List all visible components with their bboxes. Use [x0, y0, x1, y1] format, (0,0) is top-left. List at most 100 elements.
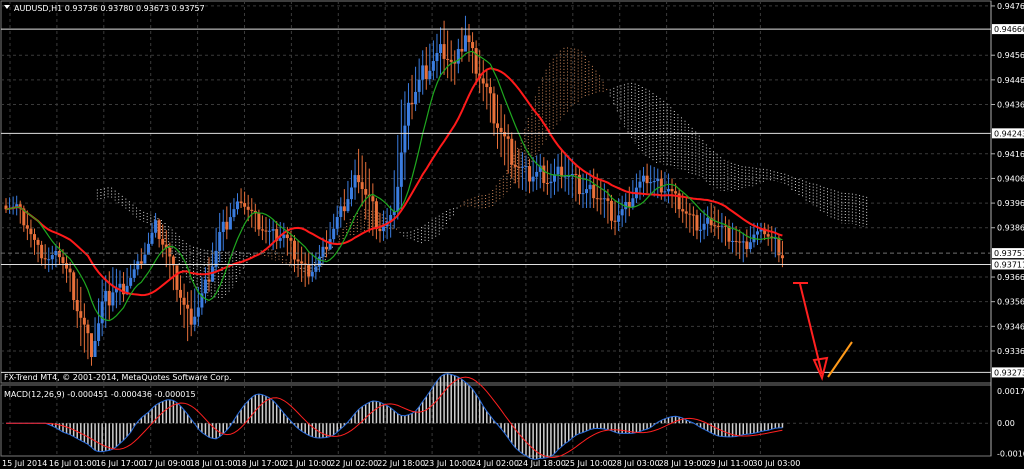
price-level-label: 0.93711 — [994, 260, 1024, 269]
candle-body — [684, 211, 688, 214]
candle-body — [702, 223, 706, 230]
candle-body — [428, 70, 432, 80]
candle-body — [260, 229, 264, 231]
candle-body — [595, 198, 599, 200]
candle-body — [549, 181, 553, 184]
candle-body — [89, 333, 93, 358]
candle-body — [239, 201, 243, 204]
candle-body — [221, 221, 225, 232]
candle-body — [57, 250, 61, 258]
candle-body — [599, 198, 603, 200]
candle-body — [410, 102, 414, 105]
time-tick-label: 16 Jul 17:00 — [96, 459, 144, 468]
candle-body — [592, 184, 596, 199]
candle-body — [488, 87, 492, 94]
candle-body — [378, 228, 382, 232]
candle-body — [179, 289, 183, 298]
price-tick-label: 0.93460 — [997, 322, 1024, 331]
candle-body — [706, 217, 710, 224]
candle-body — [474, 48, 478, 74]
price-tick-label: 0.94560 — [997, 51, 1024, 60]
candle-body — [129, 277, 133, 286]
price-level-label: 0.93273 — [994, 368, 1024, 377]
forecast-down-arrow — [799, 283, 823, 375]
candle-body — [225, 221, 229, 230]
candle-body — [232, 209, 236, 218]
candle-body — [175, 265, 179, 290]
price-tick-label: 0.93960 — [997, 199, 1024, 208]
candle-body — [524, 166, 528, 168]
price-tick-label: 0.94760 — [997, 2, 1024, 11]
price-levels: 0.94666 0.94243 0.93757 0.93711 0.93273 — [1, 24, 1024, 378]
candle-body — [460, 48, 464, 52]
time-tick-label: 21 Jul 10:00 — [283, 459, 331, 468]
candle-body — [364, 189, 368, 195]
candle-body — [107, 290, 111, 306]
candle-body — [727, 226, 731, 242]
price-tick-label: 0.94360 — [997, 101, 1024, 110]
candle-body — [531, 176, 535, 182]
price-tick-label: 0.93860 — [997, 224, 1024, 233]
candle-body — [339, 206, 343, 217]
candle-body — [745, 241, 749, 250]
candle-body — [132, 269, 136, 278]
candle-body — [560, 166, 564, 177]
price-tick-label: 0.94060 — [997, 174, 1024, 183]
candle-body — [513, 164, 517, 167]
candle-body — [182, 297, 186, 305]
candle-body — [496, 123, 500, 128]
candle-body — [79, 311, 83, 318]
candle-body — [652, 181, 656, 183]
candle-body — [360, 182, 364, 190]
candle-body — [510, 138, 514, 165]
candle-body — [47, 259, 51, 261]
candle-body — [193, 316, 197, 325]
candle-body — [285, 234, 289, 239]
candle-body — [332, 228, 336, 240]
time-tick-label: 29 Jul 11:00 — [706, 459, 754, 468]
candle-body — [374, 201, 378, 229]
candle-body — [43, 258, 47, 260]
macd-caption: MACD(12,26,9) -0.000451 -0.000436 -0.000… — [4, 390, 196, 399]
copyright-text: FX-Trend MT4, © 2001-2014, MetaQuotes So… — [4, 373, 232, 382]
candle-body — [663, 191, 667, 193]
chart-svg[interactable]: 0.94666 0.94243 0.93757 0.93711 0.93273 0.94… — [0, 0, 1024, 469]
candle-body — [104, 290, 108, 302]
candle-body — [567, 176, 571, 178]
candle-body — [424, 65, 428, 80]
candle-body — [353, 175, 357, 188]
price-level-label: 0.94243 — [994, 129, 1024, 138]
candle-body — [588, 184, 592, 190]
macd-tick-label: 0.00 — [997, 419, 1015, 428]
candle-body — [609, 200, 613, 221]
candle-body — [228, 217, 232, 230]
candle-body — [734, 240, 738, 242]
candle-body — [421, 65, 425, 80]
candle-body — [492, 93, 496, 124]
price-tick-label: 0.94160 — [997, 150, 1024, 159]
candle-body — [499, 127, 503, 132]
candle-body — [65, 263, 69, 269]
price-tick-label: 0.94460 — [997, 76, 1024, 85]
candle-body — [471, 42, 475, 49]
candle-body — [32, 234, 36, 240]
candle-body — [72, 272, 76, 301]
forecast-arrows — [793, 282, 853, 382]
candle-body — [446, 58, 450, 60]
candle-body — [307, 264, 311, 277]
candle-body — [713, 225, 717, 227]
candle-body — [346, 199, 350, 212]
candle-body — [289, 238, 293, 241]
candle-body — [731, 240, 735, 242]
candle-body — [250, 209, 254, 211]
time-tick-label: 15 Jul 2014 — [2, 459, 47, 468]
candle-body — [292, 240, 296, 260]
candle-body — [435, 53, 439, 62]
candle-body — [154, 220, 158, 233]
candle-body — [645, 175, 649, 184]
time-tick-label: 30 Jul 03:00 — [752, 459, 800, 468]
candle-body — [581, 193, 585, 195]
candle-body — [631, 198, 635, 208]
candle-body — [300, 261, 304, 264]
price-tick-label: 0.93560 — [997, 298, 1024, 307]
